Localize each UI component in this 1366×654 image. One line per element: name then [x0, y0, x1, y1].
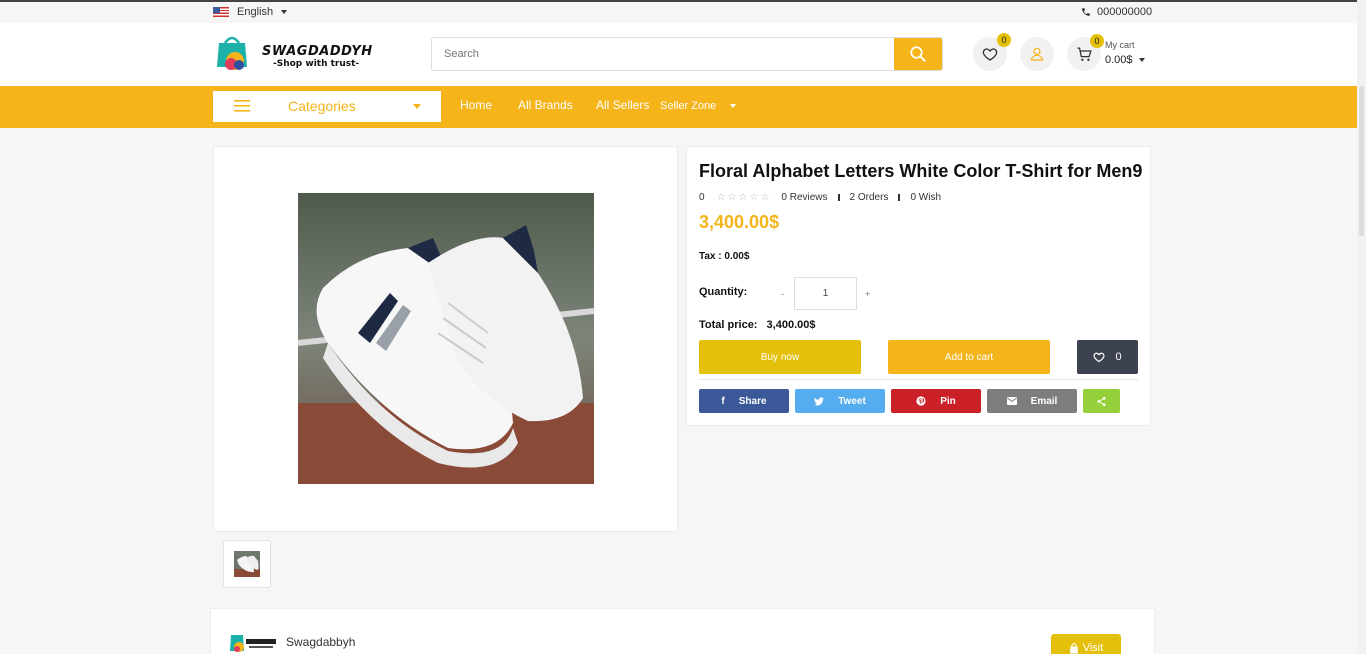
visit-label: Visit	[1082, 642, 1104, 654]
heart-icon	[982, 48, 998, 61]
twitter-icon	[814, 396, 825, 405]
product-image[interactable]	[298, 193, 594, 484]
site-logo[interactable]: SWAGDADDYH -Shop with trust-	[215, 33, 395, 75]
product-tax: Tax : 0.00$	[699, 251, 750, 262]
wishlist-count-badge: 0	[997, 33, 1011, 47]
chevron-down-icon[interactable]	[730, 104, 736, 108]
logo-name: SWAGDADDYH	[262, 44, 373, 59]
seller-name[interactable]: Swagdabbyh	[286, 635, 355, 649]
us-flag-icon	[213, 7, 229, 17]
wishlist-button[interactable]: 0	[973, 33, 1011, 71]
language-selector[interactable]: English	[213, 6, 288, 18]
cart-label: My cart	[1105, 40, 1135, 50]
main-nav: Categories Home All Brands All Sellers S…	[0, 86, 1366, 128]
pinterest-share-label: Pin	[940, 395, 956, 407]
search-input[interactable]	[432, 38, 894, 70]
thumbnail-image	[234, 551, 260, 577]
cart-total[interactable]: 0.00$	[1105, 54, 1145, 66]
shopping-bag-icon	[1069, 642, 1078, 653]
wish-count: 0 Wish	[910, 192, 941, 203]
cart-total-value: 0.00$	[1105, 54, 1133, 66]
total-price-value: 3,400.00$	[766, 319, 816, 331]
quantity-decrement-button[interactable]: -	[781, 289, 784, 299]
product-price: 3,400.00$	[699, 212, 780, 232]
add-to-cart-button[interactable]: Add to cart	[888, 340, 1050, 374]
nav-home[interactable]: Home	[460, 98, 492, 112]
heart-icon	[1093, 352, 1105, 363]
visit-store-button[interactable]: Visit	[1051, 634, 1121, 654]
user-icon	[1030, 47, 1044, 61]
product-image-panel	[213, 146, 678, 532]
wishlist-btn-count: 0	[1115, 351, 1122, 363]
divider	[699, 379, 1138, 380]
search-button[interactable]	[894, 38, 942, 70]
nav-seller-zone[interactable]: Seller Zone	[660, 100, 716, 112]
facebook-share-button[interactable]: f Share	[699, 389, 789, 413]
logo-tagline: -Shop with trust-	[273, 59, 360, 69]
twitter-share-label: Tweet	[838, 395, 866, 407]
language-label: English	[237, 6, 274, 18]
chevron-down-icon	[1138, 58, 1145, 62]
email-share-label: Email	[1030, 395, 1058, 407]
rating-value: 0	[699, 192, 705, 203]
email-icon	[1006, 397, 1017, 405]
nav-all-brands[interactable]: All Brands	[518, 98, 573, 112]
twitter-share-button[interactable]: Tweet	[795, 389, 885, 413]
sharethis-button[interactable]	[1083, 389, 1120, 413]
quantity-increment-button[interactable]: +	[865, 289, 870, 299]
add-to-wishlist-button[interactable]: 0	[1077, 340, 1138, 374]
seller-card: Swagdabbyh Visit	[210, 608, 1155, 654]
product-meta: 0 ☆☆☆☆☆ 0 Reviews 2 Orders 0 Wish	[699, 192, 941, 203]
divider	[898, 194, 901, 201]
phone-contact[interactable]: 000000000	[1081, 6, 1152, 18]
facebook-icon: f	[721, 395, 725, 407]
chevron-down-icon	[281, 10, 288, 14]
categories-label: Categories	[288, 98, 356, 114]
product-thumbnail[interactable]	[223, 540, 271, 588]
cart-icon	[1076, 46, 1092, 61]
quantity-input[interactable]: 1	[794, 277, 857, 310]
buy-now-button[interactable]: Buy now	[699, 340, 861, 374]
scrollbar-thumb[interactable]	[1359, 86, 1364, 236]
pinterest-icon	[916, 396, 926, 406]
share-icon	[1097, 396, 1106, 406]
search-bar	[431, 37, 943, 71]
nav-all-sellers[interactable]: All Sellers	[596, 98, 649, 112]
phone-number: 000000000	[1097, 6, 1153, 18]
seller-logo[interactable]	[229, 629, 279, 653]
menu-icon	[234, 100, 250, 112]
chevron-down-icon	[413, 104, 421, 109]
rating-stars: ☆☆☆☆☆	[716, 192, 772, 203]
categories-dropdown[interactable]: Categories	[213, 91, 441, 122]
cart-button[interactable]: 0	[1067, 34, 1104, 71]
top-bar: English 000000000	[0, 2, 1366, 23]
search-icon	[910, 46, 926, 62]
facebook-share-label: Share	[738, 395, 767, 407]
total-price: Total price: 3,400.00$	[699, 319, 815, 331]
site-header: SWAGDADDYH -Shop with trust- 0 0 My cart…	[0, 23, 1366, 86]
phone-icon	[1082, 8, 1090, 16]
cart-count-badge: 0	[1090, 34, 1104, 48]
account-button[interactable]	[1020, 37, 1054, 71]
pinterest-share-button[interactable]: Pin	[891, 389, 981, 413]
total-price-label: Total price:	[699, 319, 758, 331]
divider	[837, 194, 840, 201]
product-title: Floral Alphabet Letters White Color T-Sh…	[699, 161, 1143, 181]
email-share-button[interactable]: Email	[987, 389, 1077, 413]
quantity-label: Quantity:	[699, 286, 748, 298]
orders-count: 2 Orders	[849, 192, 889, 203]
product-info-panel: Floral Alphabet Letters White Color T-Sh…	[686, 146, 1151, 426]
reviews-count[interactable]: 0 Reviews	[781, 192, 827, 203]
